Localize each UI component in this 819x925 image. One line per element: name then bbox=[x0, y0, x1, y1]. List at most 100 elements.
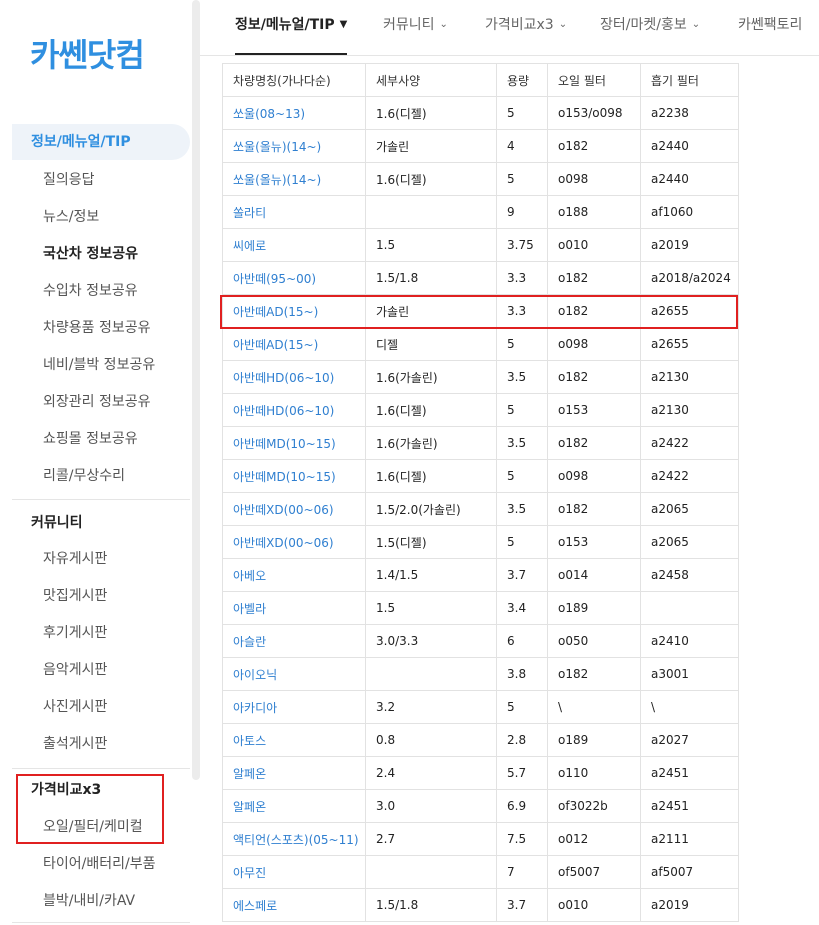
table-row: 아반떼AD(15~) 디젤 5 o098 a2655 bbox=[222, 327, 739, 361]
cell-car-name[interactable]: 쏘울(올뉴)(14~) bbox=[222, 162, 366, 196]
sidebar-divider bbox=[12, 499, 190, 500]
cell-air-filter: a2019 bbox=[640, 228, 739, 262]
cell-spec: 1.6(가솔린) bbox=[365, 426, 497, 460]
cell-capacity: 5 bbox=[496, 327, 548, 361]
tab-factory[interactable]: 카쎈팩토리 bbox=[738, 0, 802, 55]
cell-oil-filter: o010 bbox=[547, 888, 641, 922]
sidebar-item-free-board[interactable]: 자유게시판 bbox=[43, 544, 107, 574]
cell-capacity: 6 bbox=[496, 624, 548, 658]
cell-car-name[interactable]: 아베오 bbox=[222, 558, 366, 592]
tab-label: 정보/메뉴얼/TIP bbox=[235, 17, 335, 33]
tab-label: 장터/마켓/홍보 bbox=[600, 17, 687, 33]
cell-car-name[interactable]: 아이오닉 bbox=[222, 657, 366, 691]
cell-oil-filter: o189 bbox=[547, 723, 641, 757]
cell-spec: 1.5/1.8 bbox=[365, 261, 497, 295]
sidebar-item-import-car[interactable]: 수입차 정보공유 bbox=[43, 276, 138, 306]
cell-oil-filter: o050 bbox=[547, 624, 641, 658]
cell-car-name[interactable]: 알페온 bbox=[222, 756, 366, 790]
sidebar-item-shopping[interactable]: 쇼핑몰 정보공유 bbox=[43, 424, 138, 454]
cell-car-name[interactable]: 아무진 bbox=[222, 855, 366, 889]
cell-car-name[interactable]: 아반떼XD(00~06) bbox=[222, 492, 366, 526]
sidebar-section-info[interactable]: 정보/메뉴얼/TIP bbox=[12, 124, 190, 160]
cell-air-filter bbox=[640, 591, 739, 625]
cell-car-name[interactable]: 아반떼HD(06~10) bbox=[222, 393, 366, 427]
col-header-car-name: 차량명칭(가나다순) bbox=[222, 63, 366, 97]
cell-air-filter: \ bbox=[640, 690, 739, 724]
cell-capacity: 7.5 bbox=[496, 822, 548, 856]
sidebar-item-blackbox-navi[interactable]: 블박/내비/카AV bbox=[43, 886, 135, 916]
cell-spec: 1.4/1.5 bbox=[365, 558, 497, 592]
col-header-oil-filter: 오일 필터 bbox=[547, 63, 641, 97]
cell-car-name[interactable]: 알페온 bbox=[222, 789, 366, 823]
tab-market[interactable]: 장터/마켓/홍보 ⌄ bbox=[600, 0, 700, 55]
cell-air-filter: a2130 bbox=[640, 393, 739, 427]
cell-car-name[interactable]: 에스페로 bbox=[222, 888, 366, 922]
table-row: 아반떼MD(10~15) 1.6(디젤) 5 o098 a2422 bbox=[222, 459, 739, 493]
cell-car-name[interactable]: 아반떼AD(15~) bbox=[222, 294, 366, 328]
cell-air-filter: af5007 bbox=[640, 855, 739, 889]
cell-air-filter: a2451 bbox=[640, 789, 739, 823]
table-row: 아무진 7 of5007 af5007 bbox=[222, 855, 739, 889]
cell-car-name[interactable]: 아벨라 bbox=[222, 591, 366, 625]
cell-oil-filter: o110 bbox=[547, 756, 641, 790]
sidebar-item-car-accessories[interactable]: 차량용품 정보공유 bbox=[43, 313, 151, 343]
cell-car-name[interactable]: 씨에로 bbox=[222, 228, 366, 262]
sidebar-item-review-board[interactable]: 후기게시판 bbox=[43, 618, 107, 648]
sidebar-divider bbox=[12, 768, 190, 769]
sidebar-item-food-board[interactable]: 맛집게시판 bbox=[43, 581, 107, 611]
cell-air-filter: a2655 bbox=[640, 294, 739, 328]
cell-capacity: 3.3 bbox=[496, 294, 548, 328]
cell-capacity: 9 bbox=[496, 195, 548, 229]
sidebar-scrollbar[interactable] bbox=[192, 0, 200, 780]
tab-label: 카쎈팩토리 bbox=[738, 17, 803, 33]
cell-spec: 3.0 bbox=[365, 789, 497, 823]
cell-air-filter: a2422 bbox=[640, 459, 739, 493]
table-row: 알페온 3.0 6.9 of3022b a2451 bbox=[222, 789, 739, 823]
sidebar-item-recall[interactable]: 리콜/무상수리 bbox=[43, 461, 125, 491]
sidebar-item-qna[interactable]: 질의응답 bbox=[43, 165, 95, 195]
cell-car-name[interactable]: 아슬란 bbox=[222, 624, 366, 658]
cell-air-filter: a2458 bbox=[640, 558, 739, 592]
sidebar-item-navi-blackbox[interactable]: 네비/블박 정보공유 bbox=[43, 350, 155, 380]
cell-oil-filter: o010 bbox=[547, 228, 641, 262]
col-header-air-filter: 흡기 필터 bbox=[640, 63, 739, 97]
sidebar-item-tire-battery[interactable]: 타이어/배터리/부품 bbox=[43, 849, 155, 879]
cell-car-name[interactable]: 아반떼MD(10~15) bbox=[222, 459, 366, 493]
cell-capacity: 3.5 bbox=[496, 492, 548, 526]
cell-car-name[interactable]: 아반떼XD(00~06) bbox=[222, 525, 366, 559]
tab-community[interactable]: 커뮤니티 ⌄ bbox=[383, 0, 448, 55]
cell-car-name[interactable]: 아반떼AD(15~) bbox=[222, 327, 366, 361]
sidebar-item-news[interactable]: 뉴스/정보 bbox=[43, 202, 99, 232]
sidebar-item-domestic-car[interactable]: 국산차 정보공유 bbox=[43, 239, 138, 269]
cell-oil-filter: o153/o098 bbox=[547, 96, 641, 130]
cell-car-name[interactable]: 아반떼(95~00) bbox=[222, 261, 366, 295]
sidebar-item-attendance-board[interactable]: 출석게시판 bbox=[43, 729, 107, 759]
sidebar-item-exterior[interactable]: 외장관리 정보공유 bbox=[43, 387, 151, 417]
cell-spec: 1.6(디젤) bbox=[365, 393, 497, 427]
site-logo[interactable]: 카쎈닷컴 bbox=[30, 30, 145, 76]
cell-capacity: 5 bbox=[496, 393, 548, 427]
cell-capacity: 7 bbox=[496, 855, 548, 889]
filter-table: 차량명칭(가나다순) 세부사양 용량 오일 필터 흡기 필터 쏘울(08~13)… bbox=[222, 63, 739, 922]
cell-capacity: 2.8 bbox=[496, 723, 548, 757]
sidebar-item-music-board[interactable]: 음악게시판 bbox=[43, 655, 107, 685]
table-row: 쏠라티 9 o188 af1060 bbox=[222, 195, 739, 229]
cell-car-name[interactable]: 아카디아 bbox=[222, 690, 366, 724]
cell-oil-filter: o182 bbox=[547, 360, 641, 394]
cell-car-name[interactable]: 아반떼MD(10~15) bbox=[222, 426, 366, 460]
cell-car-name[interactable]: 아반떼HD(06~10) bbox=[222, 360, 366, 394]
tab-info[interactable]: 정보/메뉴얼/TIP ▼ bbox=[235, 0, 348, 55]
cell-spec bbox=[365, 195, 497, 229]
sidebar-item-photo-board[interactable]: 사진게시판 bbox=[43, 692, 107, 722]
cell-capacity: 5 bbox=[496, 96, 548, 130]
table-row: 쏘울(08~13) 1.6(디젤) 5 o153/o098 a2238 bbox=[222, 96, 739, 130]
cell-car-name[interactable]: 쏠라티 bbox=[222, 195, 366, 229]
tab-price-compare[interactable]: 가격비교x3 ⌄ bbox=[485, 0, 567, 55]
cell-car-name[interactable]: 쏘울(올뉴)(14~) bbox=[222, 129, 366, 163]
cell-capacity: 5.7 bbox=[496, 756, 548, 790]
sidebar-section-community[interactable]: 커뮤니티 bbox=[12, 505, 190, 541]
cell-car-name[interactable]: 아토스 bbox=[222, 723, 366, 757]
cell-capacity: 6.9 bbox=[496, 789, 548, 823]
cell-car-name[interactable]: 액티언(스포츠)(05~11) bbox=[222, 822, 366, 856]
cell-car-name[interactable]: 쏘울(08~13) bbox=[222, 96, 366, 130]
